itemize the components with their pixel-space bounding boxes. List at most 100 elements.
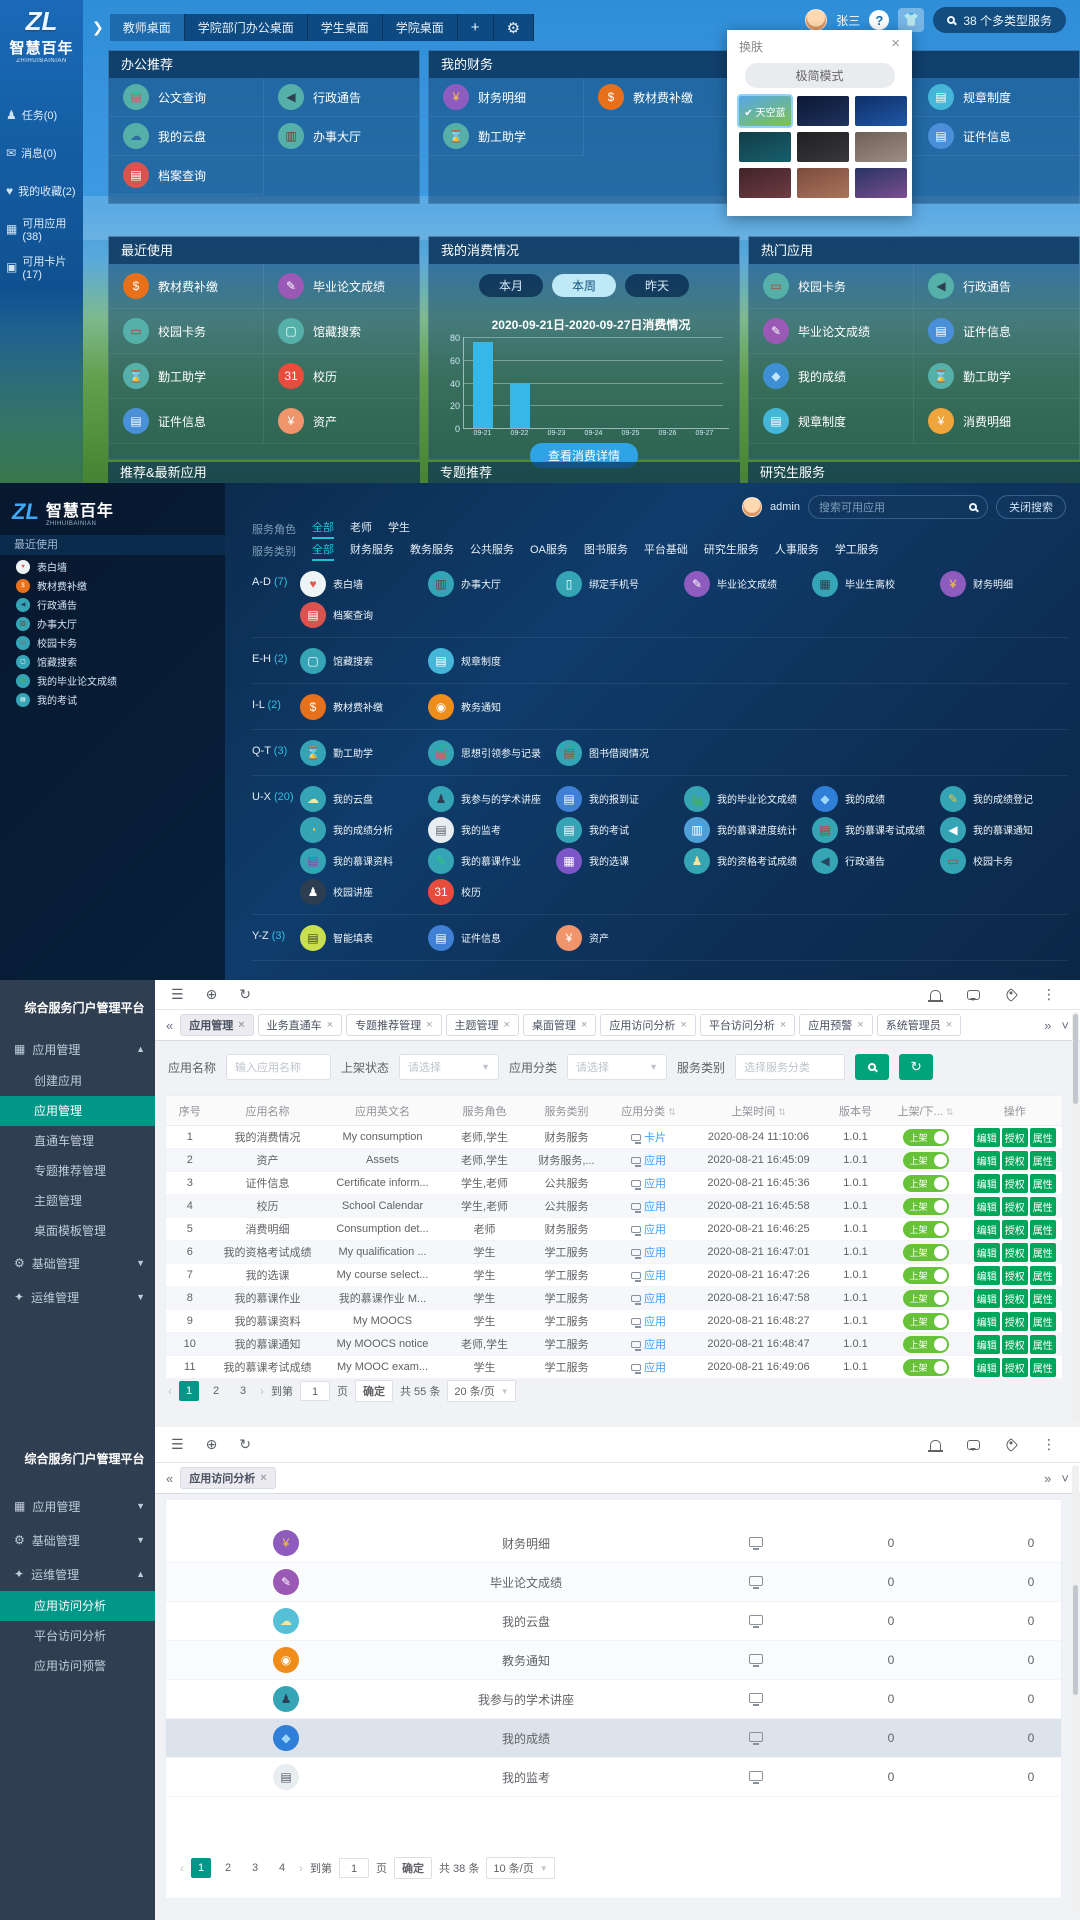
filter-input[interactable]: 选择服务分类 — [735, 1054, 845, 1080]
row-action-button[interactable]: 授权 — [1002, 1289, 1028, 1308]
skin-thumbnail[interactable] — [855, 168, 907, 198]
globe-icon[interactable]: ⊕ — [206, 1436, 218, 1453]
app-type-link[interactable]: 应用 — [631, 1155, 666, 1167]
globe-icon[interactable]: ⊕ — [206, 986, 218, 1003]
close-tab-icon[interactable]: × — [857, 1019, 863, 1031]
menu-group[interactable]: ⚙基础管理▼ — [0, 1246, 155, 1280]
app-item[interactable]: ¥消费明细 — [914, 399, 1079, 444]
app-item[interactable]: 31校历 — [264, 354, 419, 399]
app-item[interactable]: ♟校园讲座 — [300, 876, 428, 907]
close-tab-icon[interactable]: × — [426, 1019, 432, 1031]
desktop-tab[interactable]: 学院部门办公桌面 — [185, 14, 308, 41]
role-option[interactable]: 老师 — [350, 519, 372, 539]
tag-icon[interactable] — [1004, 987, 1018, 1001]
row-action-button[interactable]: 属性 — [1030, 1197, 1056, 1216]
tabs-dropdown-icon[interactable]: ˅ — [1058, 1471, 1072, 1486]
category-option[interactable]: 图书服务 — [584, 541, 628, 561]
app-item[interactable]: ▤我的考试 — [556, 814, 684, 845]
table-row[interactable]: 10我的慕课通知My MOOCS notice老师,学生学工服务 应用 2020… — [166, 1333, 1063, 1356]
app-item[interactable]: ✎毕业论文成绩 — [264, 264, 419, 309]
search-button[interactable] — [855, 1054, 889, 1080]
row-action-button[interactable]: 编辑 — [974, 1197, 1000, 1216]
table-row[interactable]: 5消费明细Consumption det...老师财务服务 应用 2020-08… — [166, 1218, 1063, 1241]
app-item[interactable]: ▦毕业生离校 — [812, 568, 940, 599]
skin-thumbnail[interactable] — [797, 96, 849, 126]
app-item[interactable]: $教材费补缴 — [584, 78, 739, 117]
app-item[interactable]: ◀我的慕课通知 — [940, 814, 1068, 845]
app-item[interactable]: ◀行政通告 — [812, 845, 940, 876]
kebab-menu-icon[interactable]: ⋮ — [1042, 1436, 1056, 1453]
app-item[interactable]: ▢馆藏搜索 — [264, 309, 419, 354]
role-option[interactable]: 全部 — [312, 519, 334, 539]
close-icon[interactable]: × — [891, 38, 900, 55]
row-action-button[interactable]: 属性 — [1030, 1335, 1056, 1354]
category-option[interactable]: 研究生服务 — [704, 541, 759, 561]
app-item[interactable]: ¥资产 — [264, 399, 419, 444]
category-option[interactable]: 教务服务 — [410, 541, 454, 561]
app-type-link[interactable]: 应用 — [631, 1247, 666, 1259]
chart-range-button[interactable]: 本周 — [552, 274, 616, 297]
app-item[interactable]: ▤我的监考 — [428, 814, 556, 845]
sidebar-item[interactable]: ▣可用卡片(17) — [0, 248, 83, 286]
column-header[interactable]: 上架时间 ⇅ — [690, 1096, 828, 1126]
hall-search-input[interactable]: 搜索可用应用 — [808, 495, 988, 519]
app-item[interactable]: ▤证件信息 — [914, 309, 1079, 354]
app-type-link[interactable]: 应用 — [631, 1178, 666, 1190]
row-action-button[interactable]: 属性 — [1030, 1312, 1056, 1331]
user-avatar[interactable] — [805, 9, 827, 31]
menu-group[interactable]: ▦应用管理▼ — [0, 1489, 155, 1523]
row-action-button[interactable]: 属性 — [1030, 1243, 1056, 1262]
desktop-tab[interactable]: 教师桌面 — [110, 14, 185, 41]
close-tab-icon[interactable]: × — [260, 1472, 266, 1484]
category-option[interactable]: OA服务 — [530, 541, 568, 561]
app-item[interactable]: ▤我的毕业论文成绩 — [684, 783, 812, 814]
app-item[interactable]: ◆我的成绩 — [749, 354, 914, 399]
app-item[interactable]: ▤证件信息 — [109, 399, 264, 444]
confirm-button[interactable]: 确定 — [355, 1380, 393, 1402]
app-item[interactable]: ¥财务明细 — [429, 78, 584, 117]
page-number[interactable]: 3 — [233, 1381, 253, 1401]
table-row[interactable]: 1我的消费情况My consumption老师,学生财务服务 卡片 2020-0… — [166, 1126, 1063, 1149]
close-tab-icon[interactable]: × — [238, 1019, 244, 1031]
page-size-select[interactable]: 20 条/页▼ — [447, 1380, 515, 1402]
row-action-button[interactable]: 授权 — [1002, 1266, 1028, 1285]
simple-mode-button[interactable]: 极简模式 — [745, 63, 895, 88]
category-option[interactable]: 学工服务 — [835, 541, 879, 561]
row-action-button[interactable]: 编辑 — [974, 1289, 1000, 1308]
chart-range-button[interactable]: 本月 — [479, 274, 543, 297]
sidebar-item[interactable]: ✉消息(0) — [0, 134, 83, 172]
menu-group[interactable]: ✦运维管理▼ — [0, 1280, 155, 1314]
app-item[interactable]: ▥办事大厅 — [264, 117, 419, 156]
sidebar-item[interactable]: ▦可用应用(38) — [0, 210, 83, 248]
app-item[interactable]: ◉教务通知 — [428, 691, 556, 722]
confirm-button[interactable]: 确定 — [394, 1857, 432, 1879]
menu-item[interactable]: 应用访问预警 — [0, 1651, 155, 1681]
menu-item[interactable]: 创建应用 — [0, 1066, 155, 1096]
menu-item[interactable]: 应用管理 — [0, 1096, 155, 1126]
page-number[interactable]: 4 — [272, 1858, 292, 1878]
app-item[interactable]: ▤图书借阅情况 — [556, 737, 684, 768]
app-item[interactable]: ¥财务明细 — [940, 568, 1068, 599]
app-item[interactable]: ▥我的慕课进度统计 — [684, 814, 812, 845]
row-action-button[interactable]: 授权 — [1002, 1312, 1028, 1331]
app-type-link[interactable]: 应用 — [631, 1316, 666, 1328]
app-item[interactable]: ✎毕业论文成绩 — [749, 309, 914, 354]
row-action-button[interactable]: 编辑 — [974, 1312, 1000, 1331]
close-tab-icon[interactable]: × — [946, 1019, 952, 1031]
prev-page-icon[interactable]: ‹ — [168, 1384, 172, 1398]
app-item[interactable]: ◀行政通告 — [914, 264, 1079, 309]
filter-input[interactable]: 输入应用名称 — [226, 1054, 331, 1080]
skin-shirt-icon[interactable]: 👕 — [898, 8, 924, 32]
tag-icon[interactable] — [1004, 1437, 1018, 1451]
category-option[interactable]: 财务服务 — [350, 541, 394, 561]
row-action-button[interactable]: 属性 — [1030, 1151, 1056, 1170]
analysis-row[interactable]: ♟ 我参与的学术讲座 0 0 — [166, 1680, 1061, 1719]
row-action-button[interactable]: 属性 — [1030, 1358, 1056, 1377]
close-tab-icon[interactable]: × — [780, 1019, 786, 1031]
page-number[interactable]: 1 — [179, 1381, 199, 1401]
row-action-button[interactable]: 属性 — [1030, 1220, 1056, 1239]
row-action-button[interactable]: 授权 — [1002, 1220, 1028, 1239]
app-item[interactable]: ▭校园卡务 — [940, 845, 1068, 876]
app-item[interactable]: ✎毕业论文成绩 — [684, 568, 812, 599]
app-item[interactable]: ✎我的慕课作业 — [428, 845, 556, 876]
